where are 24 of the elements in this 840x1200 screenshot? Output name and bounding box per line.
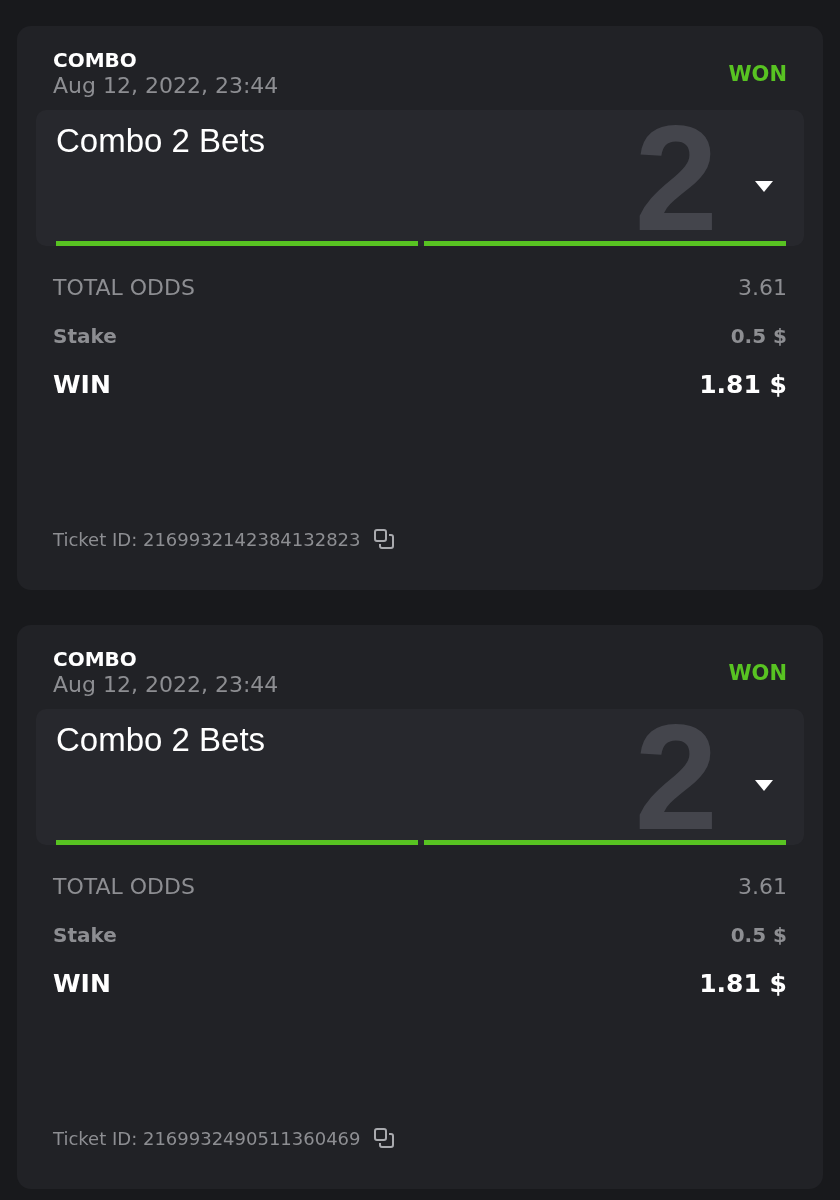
bet-type: COMBO bbox=[53, 48, 138, 72]
win-label: WIN bbox=[53, 369, 111, 401]
win-label: WIN bbox=[53, 968, 111, 1000]
stake-value: 0.5 $ bbox=[730, 922, 787, 949]
bet-date: Aug 12, 2022, 23:44 bbox=[53, 671, 279, 699]
caret-icon bbox=[754, 180, 774, 193]
stake-label: Stake bbox=[53, 323, 117, 350]
caret-icon bbox=[754, 779, 774, 792]
total-odds-label: TOTAL ODDS bbox=[53, 274, 195, 302]
ticket-id: Ticket ID: 2169932142384132823 bbox=[53, 528, 361, 550]
win-value: 1.81 $ bbox=[699, 968, 787, 1000]
bet-status: WON bbox=[728, 661, 787, 685]
copy-icon[interactable] bbox=[372, 528, 395, 550]
win-value: 1.81 $ bbox=[699, 369, 787, 401]
stake-label: Stake bbox=[53, 922, 117, 949]
total-odds-value: 3.61 bbox=[738, 274, 787, 302]
copy-icon[interactable] bbox=[372, 1127, 395, 1149]
bet-date: Aug 12, 2022, 23:44 bbox=[53, 72, 279, 100]
bet-type: COMBO bbox=[53, 647, 138, 671]
total-odds-value: 3.61 bbox=[738, 873, 787, 901]
stake-value: 0.5 $ bbox=[730, 323, 787, 350]
bet-status: WON bbox=[728, 62, 787, 86]
total-odds-label: TOTAL ODDS bbox=[53, 873, 195, 901]
ticket-id: Ticket ID: 2169932490511360469 bbox=[53, 1127, 361, 1149]
